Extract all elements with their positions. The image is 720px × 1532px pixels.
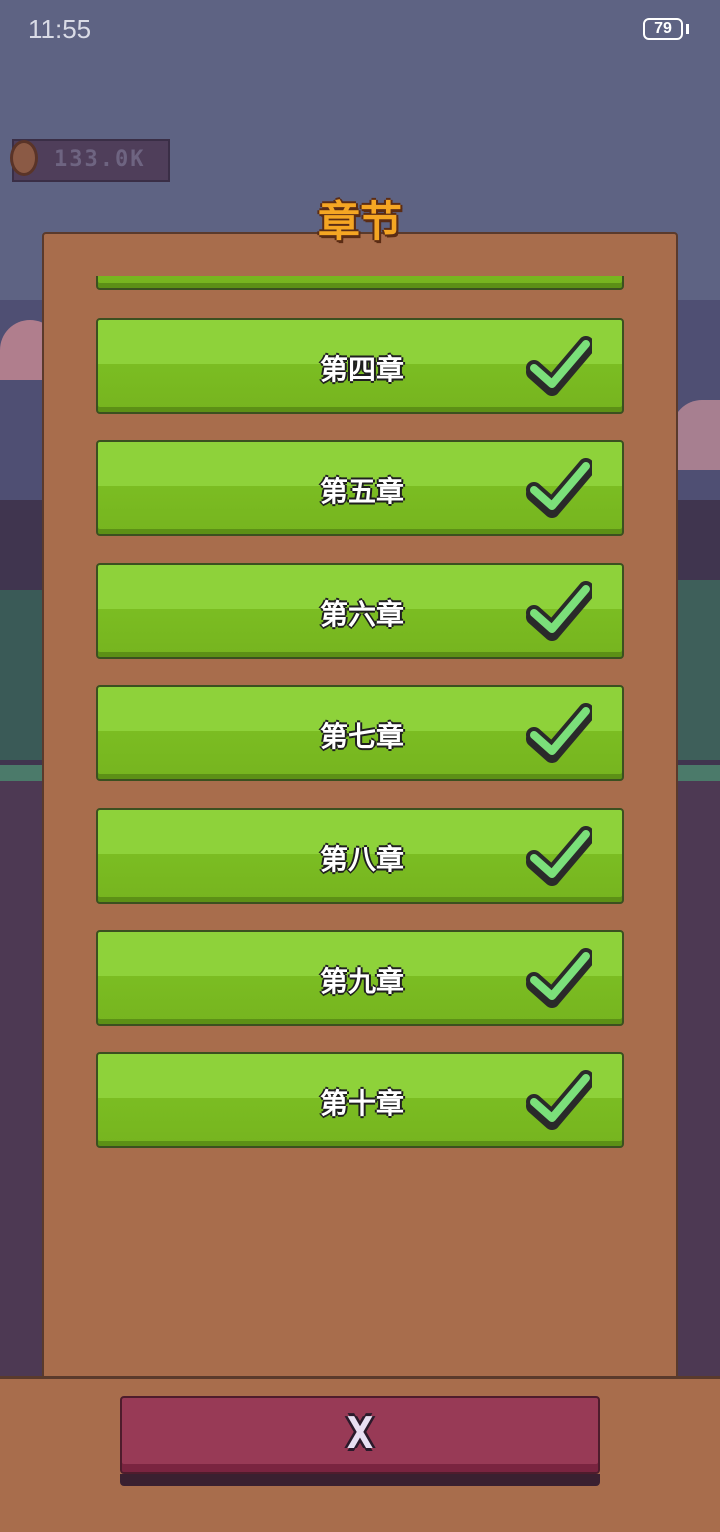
chapter-button-10[interactable]: 第十章	[96, 1052, 624, 1148]
checkmark-icon	[526, 948, 592, 1008]
battery-tip	[686, 24, 689, 34]
checkmark-icon	[526, 826, 592, 886]
battery-icon: 79	[643, 18, 683, 40]
close-button-shadow	[120, 1474, 600, 1486]
chapter-list[interactable]: 第四章 第五章 第六章 第七章 第八章 第九章 第十章	[96, 276, 626, 1376]
coin-value: 133.0K	[54, 147, 146, 172]
chapter-button-6[interactable]: 第六章	[96, 563, 624, 659]
checkmark-icon	[526, 1070, 592, 1130]
panel-title: 章节	[317, 197, 402, 246]
checkmark-icon	[526, 336, 592, 396]
status-time: 11:55	[28, 14, 92, 44]
chapter-button-9[interactable]: 第九章	[96, 930, 624, 1026]
chapter-button-7[interactable]: 第七章	[96, 685, 624, 781]
chapter-button-4[interactable]: 第四章	[96, 318, 624, 414]
checkmark-icon	[526, 581, 592, 641]
chapter-button-5[interactable]: 第五章	[96, 440, 624, 536]
coin-icon	[10, 140, 38, 176]
close-icon: X	[346, 1408, 374, 1459]
close-button[interactable]: X	[120, 1396, 600, 1474]
chapter-button-8[interactable]: 第八章	[96, 808, 624, 904]
checkmark-icon	[526, 458, 592, 518]
background-cloud	[672, 400, 720, 470]
chapter-button-partial[interactable]	[96, 276, 624, 290]
background-tree	[672, 580, 720, 760]
checkmark-icon	[526, 703, 592, 763]
